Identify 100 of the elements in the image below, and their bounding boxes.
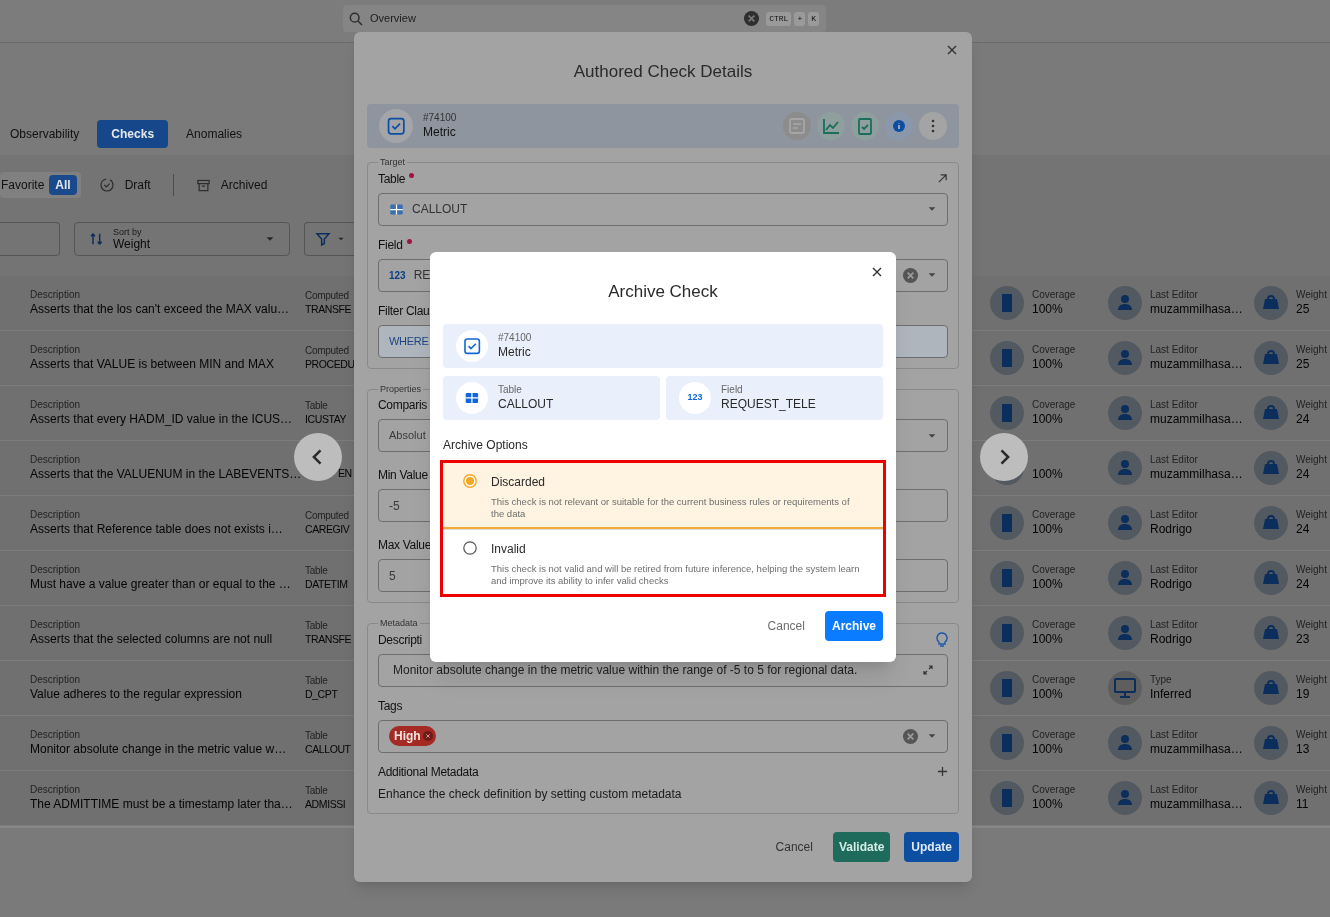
field-label: Last Editor	[1150, 619, 1198, 632]
weight-value: 23	[1296, 631, 1311, 647]
table-name: DATETIM	[305, 577, 349, 591]
lightbulb-icon[interactable]	[936, 631, 948, 648]
weight-value: 24	[1296, 466, 1311, 482]
clear-icon[interactable]	[902, 266, 919, 284]
close-icon	[872, 267, 882, 277]
sort-label: Sort by	[113, 228, 143, 237]
remove-icon[interactable]	[422, 731, 433, 741]
field-label: Weight	[1296, 619, 1327, 632]
field-label: Comparis	[378, 397, 427, 414]
validate-button[interactable]: Validate	[832, 832, 891, 862]
coverage-icon	[990, 396, 1024, 430]
plus-icon[interactable]	[937, 766, 948, 777]
filter-chip[interactable]: Favorite	[0, 175, 46, 195]
table-select[interactable]: CALLOUT	[378, 192, 948, 226]
search-field[interactable]: Overview CTRL + K	[343, 5, 826, 32]
field-label: Coverage	[1032, 344, 1076, 357]
clipboard-check-icon[interactable]	[851, 112, 879, 140]
search-input[interactable]: Overview	[370, 10, 738, 27]
tag[interactable]: High	[389, 726, 436, 746]
person-icon	[1108, 506, 1142, 540]
coverage-value: 100%	[1032, 796, 1064, 812]
field-label: Coverage	[1032, 619, 1076, 632]
person-icon	[1108, 561, 1142, 595]
clear-icon[interactable]	[743, 10, 761, 27]
person-icon	[1108, 396, 1142, 430]
search-icon	[348, 10, 364, 27]
search-input[interactable]	[0, 222, 60, 256]
sort-icon	[89, 231, 105, 247]
field-label: Computed	[305, 345, 350, 358]
cancel-button[interactable]: Cancel	[761, 611, 811, 641]
person-icon	[1108, 726, 1142, 760]
weight-icon	[1254, 451, 1288, 485]
tags-select[interactable]: High	[378, 719, 948, 753]
coverage-value: 100%	[1032, 686, 1064, 702]
keyboard-key: K	[808, 11, 819, 26]
archive-button[interactable]: Archive	[824, 611, 883, 641]
field-label: Description	[30, 289, 82, 302]
check-description: Monitor absolute change in the metric value w…	[30, 741, 288, 757]
field-label: Tags	[378, 697, 403, 715]
field-label: Description	[30, 344, 82, 357]
archive-option[interactable]: Discarded This check is not relevant or suitable for the current business rules or requirements of the data	[443, 463, 883, 529]
radio-button[interactable]	[463, 541, 477, 555]
field-label: Table	[498, 384, 523, 397]
chart-icon[interactable]	[817, 112, 845, 140]
tab[interactable]: Checks	[97, 120, 169, 148]
draft-filter[interactable]: Draft	[98, 172, 151, 198]
close-icon	[947, 45, 957, 55]
monitor-icon	[1108, 671, 1142, 705]
field-label: Description	[30, 729, 82, 742]
clear-icon[interactable]	[902, 727, 919, 745]
check-type: Metric	[423, 124, 457, 140]
field-value: CALLOUT	[498, 396, 554, 412]
field-label: Table	[305, 620, 329, 633]
field-label: Description	[30, 564, 82, 577]
update-button[interactable]: Update	[904, 832, 959, 862]
sort-dropdown[interactable]: Sort by Weight	[74, 222, 290, 256]
field-label: Weight	[1296, 399, 1327, 412]
editor-name: muzammilhasa…	[1150, 466, 1243, 482]
dialog-title: Authored Check Details	[572, 61, 754, 83]
check-description: The ADMITTIME must be a timestamp later tha…	[30, 796, 294, 812]
weight-icon	[1254, 561, 1288, 595]
editor-name: muzammilhasa…	[1150, 356, 1243, 372]
close-button[interactable]	[947, 44, 959, 56]
field-label: Coverage	[1032, 509, 1076, 522]
arrow-up-right-icon[interactable]	[937, 173, 948, 184]
table-name: ICUSTAY	[305, 412, 348, 426]
field-label: Weight	[1296, 564, 1327, 577]
coverage-value: 100%	[1032, 411, 1064, 427]
field-label: Computed	[305, 510, 350, 523]
field-label: Coverage	[1032, 289, 1076, 302]
field-label: Last Editor	[1150, 399, 1199, 412]
keyboard-key: +	[794, 11, 806, 26]
field-label: Table	[305, 565, 329, 578]
field-label: Last Editor	[1150, 784, 1199, 797]
field-label: Min Value	[378, 467, 428, 484]
section-legend: Metadata	[378, 617, 420, 631]
check-id: #74100	[498, 332, 532, 345]
weight-icon	[1254, 506, 1288, 540]
info-icon[interactable]	[885, 112, 913, 140]
check-type: Metric	[498, 344, 532, 360]
archived-filter[interactable]: Archived	[195, 172, 268, 198]
cancel-button[interactable]: Cancel	[769, 832, 819, 862]
tab[interactable]: Anomalies	[186, 120, 243, 148]
tab[interactable]: Observability	[10, 120, 80, 148]
type-label: 123	[389, 268, 406, 283]
field-label: Weight	[1296, 674, 1327, 687]
check-description: Asserts that Reference table does not exists i…	[30, 521, 284, 537]
field-label: Table	[305, 675, 329, 688]
expand-icon[interactable]	[923, 665, 933, 675]
coverage-icon	[990, 286, 1024, 320]
table-name: TRANSFE	[305, 632, 353, 646]
field-label: Descripti	[378, 631, 422, 649]
dialog-title: Archive Check	[607, 281, 719, 303]
close-button[interactable]	[872, 267, 882, 277]
filter-chip[interactable]: All	[49, 175, 77, 195]
editor-name: Rodrigo	[1150, 631, 1194, 647]
field-label: Weight	[1296, 784, 1327, 797]
radio-button[interactable]	[463, 474, 477, 488]
